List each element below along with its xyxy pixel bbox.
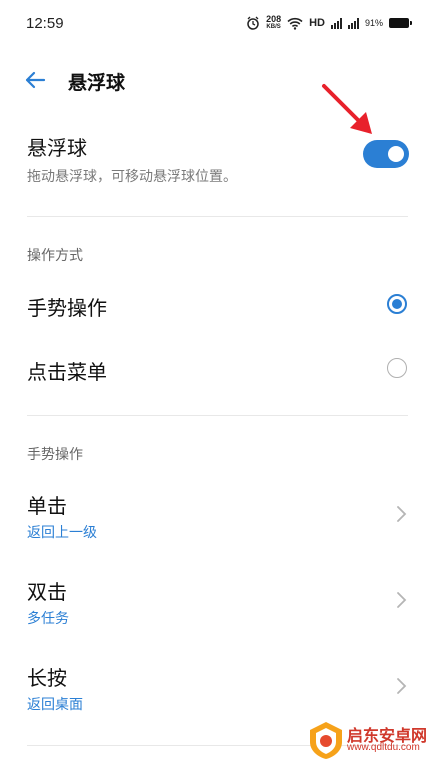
floating-ball-toggle[interactable] bbox=[363, 140, 409, 168]
gesture-item-single-tap[interactable]: 单击 返回上一级 bbox=[0, 478, 435, 552]
section-label-gestures: 手势操作 bbox=[27, 447, 83, 463]
gesture-value: 多任务 bbox=[27, 611, 69, 627]
watermark-logo: 启东安卓网 www.qdltdu.com bbox=[305, 718, 435, 762]
option-label: 点击菜单 bbox=[27, 360, 107, 384]
toggle-knob bbox=[388, 146, 404, 162]
divider bbox=[27, 216, 408, 217]
gesture-value: 返回桌面 bbox=[27, 697, 83, 713]
alarm-icon bbox=[247, 16, 259, 30]
gesture-title: 双击 bbox=[27, 580, 67, 604]
back-arrow-icon[interactable] bbox=[22, 67, 48, 93]
chevron-right-icon bbox=[397, 592, 407, 608]
radio-selected[interactable] bbox=[387, 294, 407, 314]
status-time: 12:59 bbox=[26, 15, 64, 32]
chevron-right-icon bbox=[397, 678, 407, 694]
hd-badge: HD bbox=[309, 17, 325, 29]
gesture-item-long-press[interactable]: 长按 返回桌面 bbox=[0, 650, 435, 724]
floating-ball-title: 悬浮球 bbox=[27, 136, 87, 160]
net-speed: 208 KB/S bbox=[266, 14, 282, 31]
gesture-item-double-tap[interactable]: 双击 多任务 bbox=[0, 564, 435, 638]
signal-icon-2 bbox=[347, 17, 359, 29]
battery-percent: 91% bbox=[364, 18, 383, 28]
radio-unselected[interactable] bbox=[387, 358, 407, 378]
chevron-right-icon bbox=[397, 506, 407, 522]
floating-ball-setting[interactable]: 悬浮球 拖动悬浮球，可移动悬浮球位置。 bbox=[0, 120, 435, 200]
section-label-operation-mode: 操作方式 bbox=[27, 248, 83, 264]
gesture-value: 返回上一级 bbox=[27, 525, 97, 541]
option-gesture[interactable]: 手势操作 bbox=[0, 276, 435, 334]
wifi-icon bbox=[287, 17, 303, 30]
signal-icon-1 bbox=[330, 17, 342, 29]
status-icons: 208 KB/S HD 91% bbox=[246, 14, 412, 31]
divider bbox=[27, 415, 408, 416]
page-title: 悬浮球 bbox=[68, 72, 126, 94]
watermark-url: www.qdltdu.com bbox=[347, 742, 420, 753]
status-bar: 12:59 208 KB/S HD 91% bbox=[0, 0, 435, 50]
gesture-title: 单击 bbox=[27, 494, 67, 518]
gesture-title: 长按 bbox=[27, 666, 67, 690]
option-click-menu[interactable]: 点击菜单 bbox=[0, 340, 435, 398]
battery-icon bbox=[389, 18, 412, 28]
watermark-shield-icon bbox=[310, 722, 342, 759]
floating-ball-subtitle: 拖动悬浮球，可移动悬浮球位置。 bbox=[27, 169, 237, 185]
option-label: 手势操作 bbox=[27, 296, 107, 320]
